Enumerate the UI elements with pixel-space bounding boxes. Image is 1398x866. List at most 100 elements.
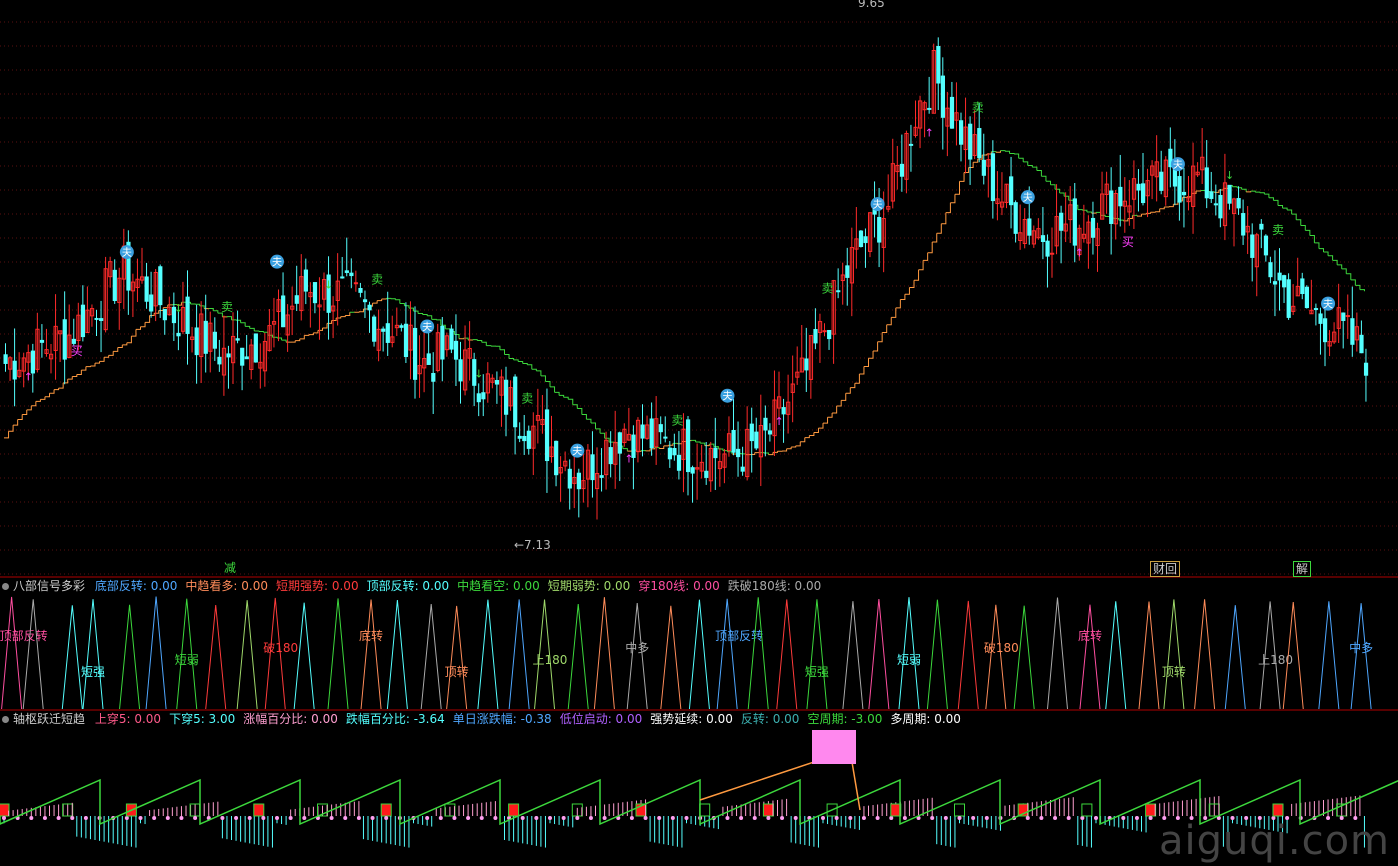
stair-step xyxy=(1282,207,1288,211)
stair-step xyxy=(936,223,942,234)
stair-step xyxy=(145,315,151,323)
signal-spike xyxy=(293,602,315,710)
candle-body xyxy=(1040,235,1046,242)
stair-step xyxy=(26,405,32,411)
signal-spike xyxy=(360,599,382,710)
signal-label: 底转 xyxy=(1078,628,1102,643)
signal-spike xyxy=(327,598,349,710)
stair-step xyxy=(568,398,574,405)
indicator-item: 反转: 0.00 xyxy=(740,712,800,726)
hist-dot xyxy=(329,816,334,820)
hist-dot xyxy=(1025,816,1030,820)
candle-body xyxy=(1013,202,1018,234)
stair-step xyxy=(372,300,378,304)
candle-body xyxy=(94,317,99,320)
candle-body xyxy=(731,429,736,453)
stair-step xyxy=(1323,251,1329,256)
stair-step xyxy=(509,357,515,360)
stair-step xyxy=(1127,215,1133,220)
candle-body xyxy=(617,432,622,454)
stair-step xyxy=(1064,195,1070,201)
signal-spike xyxy=(660,605,682,710)
stair-step xyxy=(531,368,537,371)
hist-pink-block xyxy=(812,730,856,764)
stair-step xyxy=(35,399,41,402)
candle-body xyxy=(1072,198,1077,246)
signal-label: 顶部反转 xyxy=(715,628,763,643)
stair-step xyxy=(554,391,560,396)
panel-collapse-icon[interactable] xyxy=(2,583,9,590)
candle-body xyxy=(203,320,208,354)
stair-step xyxy=(841,393,847,401)
candle-body xyxy=(504,379,509,415)
stair-step xyxy=(249,327,255,331)
stair-step xyxy=(477,340,483,343)
stair-step xyxy=(295,338,301,342)
candle-body xyxy=(686,419,691,473)
price-grid xyxy=(0,21,1398,575)
stair-step xyxy=(900,294,906,300)
stair-step xyxy=(991,151,997,153)
fu-marker-label: 夫 xyxy=(572,446,582,458)
stair-step xyxy=(1291,213,1297,220)
stair-step xyxy=(804,435,810,439)
stair-step xyxy=(313,330,319,334)
hist-dot xyxy=(793,816,798,820)
candle-body xyxy=(226,353,231,358)
candle-body xyxy=(1213,203,1219,206)
indicator-item: 低位启动: 0.00 xyxy=(559,712,643,726)
hist-dot xyxy=(534,816,539,820)
signal-label: 顶转 xyxy=(1162,664,1186,679)
candle-body xyxy=(235,338,240,341)
stair-step xyxy=(1187,193,1193,198)
candle-body xyxy=(713,447,718,459)
panel-collapse-icon[interactable] xyxy=(2,716,9,723)
bottom-label-1: 财回 xyxy=(1150,561,1181,577)
stair-step xyxy=(1337,264,1343,269)
fu-marker-label: 夫 xyxy=(422,321,432,333)
stair-step xyxy=(472,339,478,341)
hist-dot xyxy=(1121,816,1126,820)
hist-dot xyxy=(575,816,580,820)
candle-body xyxy=(990,153,996,202)
candle-body xyxy=(949,96,955,129)
stair-step xyxy=(281,339,287,343)
candle-body xyxy=(39,339,45,343)
stair-step xyxy=(1296,219,1302,226)
stair-step xyxy=(1314,242,1320,249)
candle-body xyxy=(1227,184,1232,204)
candle-body xyxy=(1090,217,1096,238)
indicator-item: 穿180线: 0.00 xyxy=(638,579,720,593)
buy-marker: 买 xyxy=(1122,235,1134,249)
hist-dot xyxy=(588,816,593,820)
hist-dot xyxy=(930,816,935,820)
stair-step xyxy=(290,340,296,343)
stair-step xyxy=(267,334,273,338)
stair-step xyxy=(354,311,360,313)
candle-body xyxy=(1286,279,1291,318)
stair-step xyxy=(67,376,73,380)
candle-body xyxy=(1236,198,1241,209)
stair-step xyxy=(49,389,55,394)
candle-body xyxy=(99,318,104,321)
stair-step xyxy=(363,306,369,310)
stair-step xyxy=(1218,188,1224,191)
candle-body xyxy=(440,325,445,360)
stair-step xyxy=(149,313,155,317)
hist-box xyxy=(954,803,965,817)
hist-dot xyxy=(479,816,484,820)
candle-body xyxy=(877,216,882,243)
stair-step xyxy=(431,318,437,320)
fu-marker-label: 夫 xyxy=(722,391,732,403)
hist-dot xyxy=(152,816,157,820)
candle-body xyxy=(690,467,695,474)
stair-step xyxy=(413,310,419,314)
candle-body xyxy=(381,328,386,332)
candle-body xyxy=(403,323,409,357)
stair-step xyxy=(272,336,278,339)
signal-label: 中多 xyxy=(625,640,649,655)
hist-dot xyxy=(684,816,689,820)
signal-spike xyxy=(205,605,227,710)
stair-step xyxy=(245,325,251,329)
stair-step xyxy=(572,404,578,409)
